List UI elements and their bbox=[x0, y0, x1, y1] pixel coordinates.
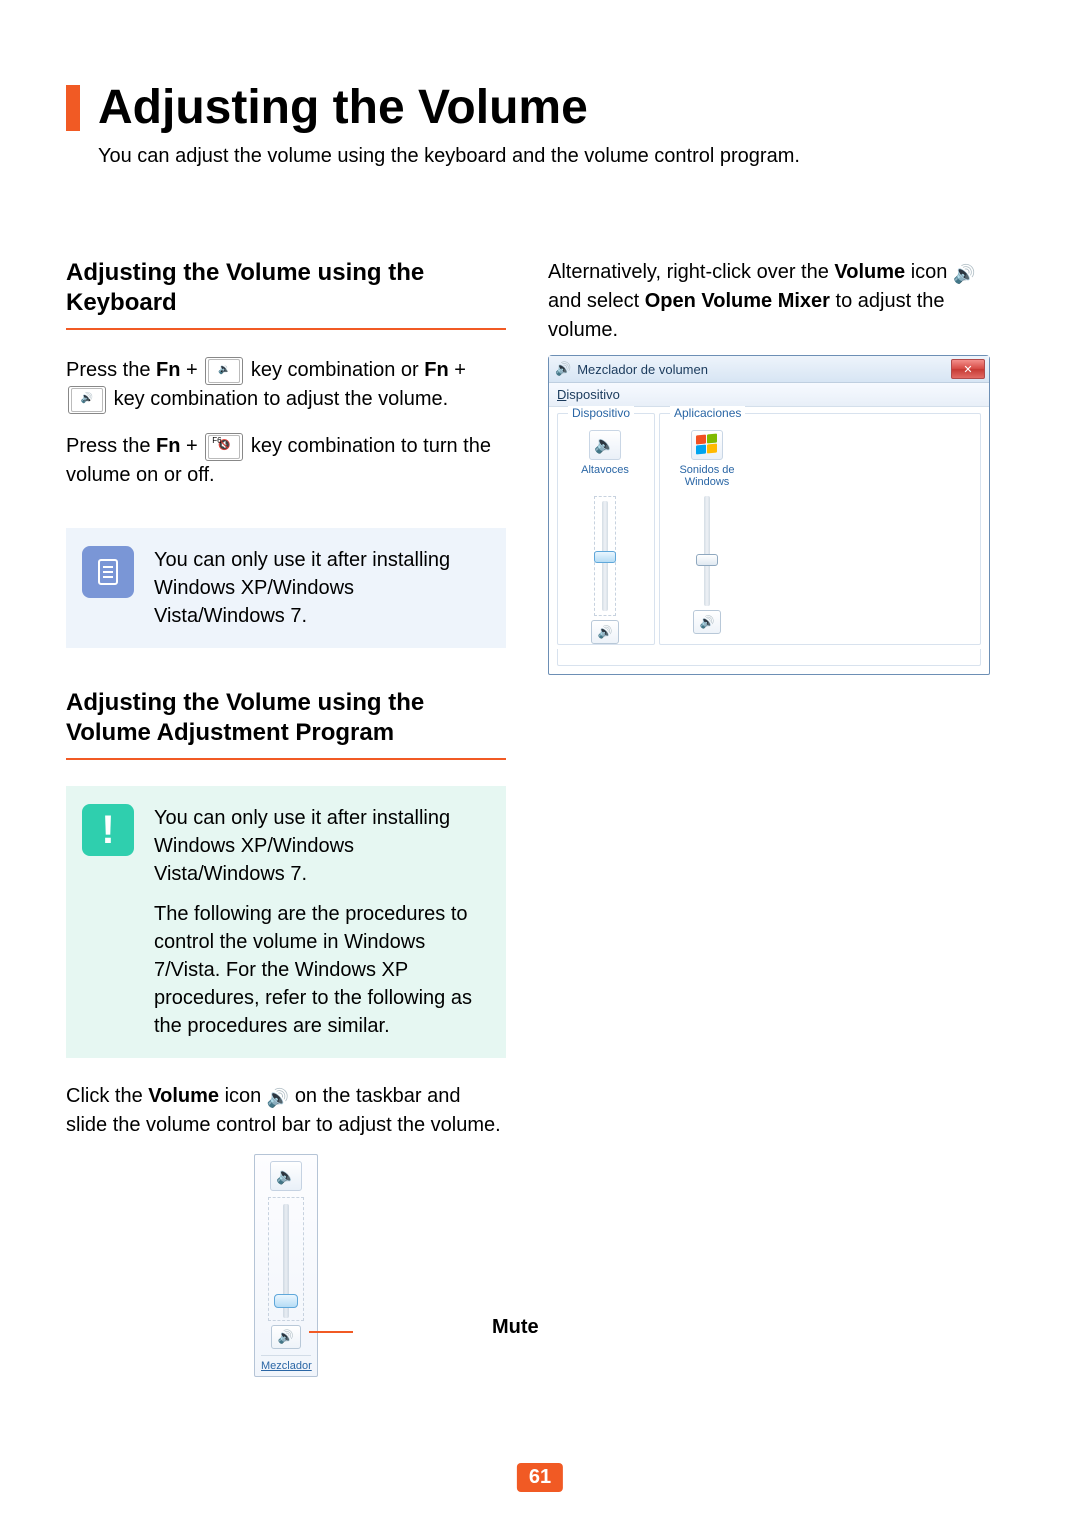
mixer-titlebar: 🔊 Mezclador de volumen ✕ bbox=[549, 356, 989, 383]
note-install-1: You can only use it after installing Win… bbox=[66, 528, 506, 648]
mixer-menu: Dispositivo bbox=[549, 383, 989, 407]
title-accent bbox=[66, 85, 80, 131]
mixer-item-system-sounds: Sonidos de Windows 🔊 bbox=[660, 424, 754, 644]
windows-icon bbox=[691, 430, 723, 460]
window-title: Mezclador de volumen bbox=[577, 362, 708, 377]
volume-icon: 🔊 bbox=[267, 1085, 289, 1111]
keyboard-paragraph-1: Press the Fn + 🔉 key combination or Fn +… bbox=[66, 356, 506, 414]
key-vol-down-icon: 🔉 bbox=[205, 357, 243, 385]
section-heading-keyboard: Adjusting the Volume using the Keyboard bbox=[66, 258, 506, 318]
mute-label: Mute bbox=[492, 1316, 539, 1339]
section-heading-program: Adjusting the Volume using the Volume Ad… bbox=[66, 688, 506, 748]
menu-dispositivo: Dispositivo bbox=[557, 387, 620, 402]
note-text: You can only use it after installing Win… bbox=[154, 546, 490, 630]
note-install-2: ! You can only use it after installing W… bbox=[66, 786, 506, 1058]
mixer-item-speakers: 🔈 Altavoces 🔊 bbox=[558, 424, 652, 644]
key-vol-up-icon: 🔊 bbox=[68, 386, 106, 414]
volume-mixer-screenshot: 🔊 Mezclador de volumen ✕ Dispositivo Dis… bbox=[548, 355, 990, 675]
mute-button: 🔊 bbox=[693, 610, 721, 634]
volume-slider bbox=[268, 1197, 304, 1321]
page-title: Adjusting the Volume bbox=[98, 80, 588, 135]
mute-callout-line bbox=[309, 1331, 353, 1333]
divider bbox=[66, 328, 506, 330]
note-text: You can only use it after installing Win… bbox=[154, 804, 490, 1040]
intro-text: You can adjust the volume using the keyb… bbox=[98, 145, 1014, 168]
taskbar-paragraph: Click the Volume icon 🔊 on the taskbar a… bbox=[66, 1082, 506, 1140]
close-icon: ✕ bbox=[951, 359, 985, 379]
page-number: 61 bbox=[517, 1463, 563, 1492]
group-apps-label: Aplicaciones bbox=[670, 406, 745, 420]
keyboard-paragraph-2: Press the Fn + 🔇 key combination to turn… bbox=[66, 432, 506, 490]
mixer-footer bbox=[557, 649, 981, 666]
divider bbox=[66, 758, 506, 760]
volume-popup-screenshot: 🔈 🔊 Mezclador bbox=[254, 1154, 318, 1377]
paper-icon bbox=[93, 557, 123, 587]
group-device-label: Dispositivo bbox=[568, 406, 634, 420]
note-icon bbox=[82, 546, 134, 598]
mute-button: 🔊 bbox=[591, 620, 619, 644]
speaker-device-icon: 🔈 bbox=[589, 430, 621, 460]
warning-icon: ! bbox=[82, 804, 134, 856]
speaker-device-icon: 🔈 bbox=[270, 1161, 302, 1191]
key-mute-icon: 🔇 bbox=[205, 433, 243, 461]
mixer-link: Mezclador bbox=[261, 1355, 311, 1376]
mute-button: 🔊 bbox=[271, 1325, 301, 1349]
mixer-paragraph: Alternatively, right-click over the Volu… bbox=[548, 258, 988, 345]
volume-icon: 🔊 bbox=[953, 261, 975, 287]
app-icon: 🔊 bbox=[555, 361, 571, 377]
